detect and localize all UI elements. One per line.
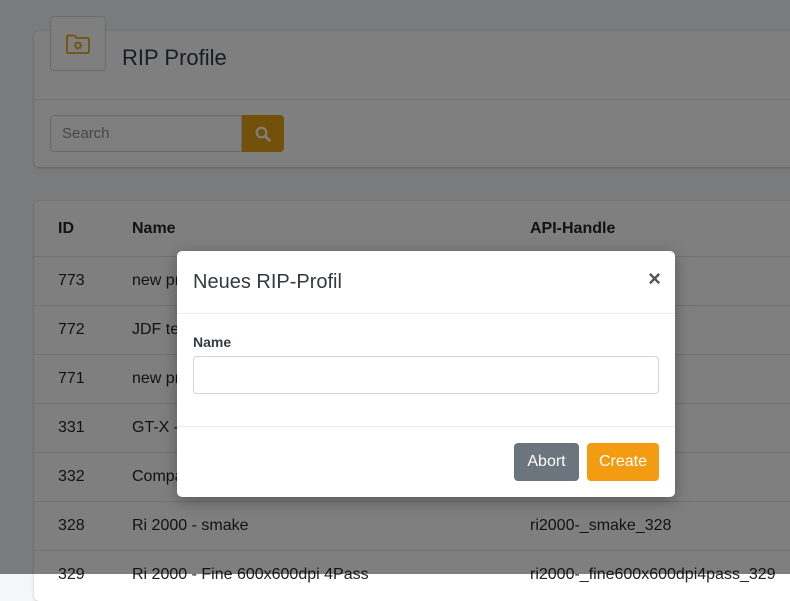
new-rip-profile-modal: Neues RIP-Profil × Name Abort Create [177,251,675,497]
close-icon[interactable]: × [648,268,661,290]
modal-title: Neues RIP-Profil [193,271,342,293]
modal-footer: Abort Create [177,426,675,498]
create-button[interactable]: Create [587,443,659,481]
abort-button[interactable]: Abort [514,443,579,481]
name-input[interactable] [193,356,659,394]
modal-header: Neues RIP-Profil × [177,251,675,314]
name-field-label: Name [193,334,232,350]
